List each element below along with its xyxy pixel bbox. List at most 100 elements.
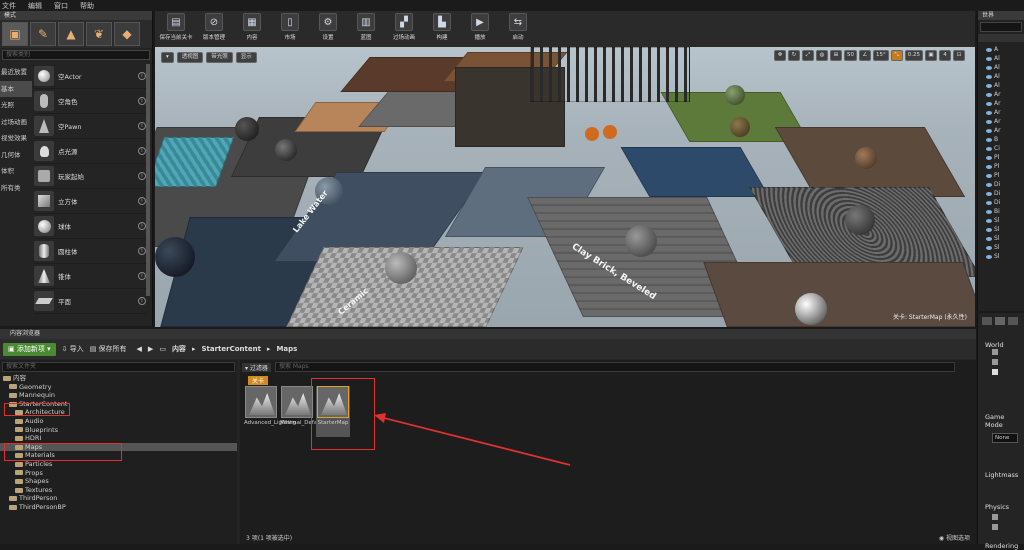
folder-node[interactable]: HDRI xyxy=(0,434,237,443)
folder-node[interactable]: Particles xyxy=(0,460,237,469)
info-icon[interactable]: i xyxy=(138,297,146,305)
grid-snap-value[interactable]: 50 xyxy=(844,50,857,61)
outliner-search-input[interactable] xyxy=(980,22,1022,32)
sphere-object[interactable] xyxy=(385,252,417,284)
game-mode-dropdown[interactable]: None xyxy=(992,433,1018,443)
level-viewport[interactable]: Lake Water Clay Brick, Beveled Ceramic ▾… xyxy=(155,47,975,327)
outliner-row[interactable]: Ar xyxy=(978,90,1024,99)
outliner-row[interactable]: Ar xyxy=(978,117,1024,126)
level-type-tag[interactable]: 关卡 xyxy=(248,376,269,385)
actor-item[interactable]: 立方体 i xyxy=(34,189,146,214)
rotation-snap-icon[interactable]: ∠ xyxy=(859,50,871,61)
outliner-row[interactable]: Sl xyxy=(978,216,1024,225)
outliner-row[interactable]: Al xyxy=(978,81,1024,90)
actor-item[interactable]: 球体 i xyxy=(34,214,146,239)
eye-icon[interactable] xyxy=(986,254,992,259)
asset-search-input[interactable]: 搜索 Maps xyxy=(274,362,955,372)
outliner-row[interactable]: Bi xyxy=(978,207,1024,216)
outliner-row[interactable]: Sl xyxy=(978,225,1024,234)
breadcrumb-maps[interactable]: Maps xyxy=(276,345,297,353)
outliner-row[interactable]: Al xyxy=(978,63,1024,72)
eye-icon[interactable] xyxy=(986,110,992,115)
checkbox[interactable] xyxy=(992,524,998,530)
actor-item[interactable]: 玩家起始 i xyxy=(34,164,146,189)
section-game-mode[interactable]: Game Mode xyxy=(978,413,1024,429)
info-icon[interactable]: i xyxy=(138,172,146,180)
folder-node[interactable]: 内容 xyxy=(0,374,237,383)
content-browser-tab[interactable]: 内容浏览器 xyxy=(0,329,976,339)
gear-icon[interactable] xyxy=(1008,317,1018,325)
sphere-object[interactable] xyxy=(795,293,827,325)
eye-icon[interactable] xyxy=(986,74,992,79)
info-icon[interactable]: i xyxy=(138,122,146,130)
back-icon[interactable]: ◀ xyxy=(137,345,142,353)
breadcrumb-content[interactable]: 内容 xyxy=(172,344,186,354)
surface-snap-icon[interactable]: ⊞ xyxy=(830,50,842,61)
outliner-row[interactable]: Ar xyxy=(978,108,1024,117)
category-basic[interactable]: 基本 xyxy=(0,80,32,97)
category-lights[interactable]: 光照 xyxy=(0,97,32,114)
eye-icon[interactable] xyxy=(986,56,992,61)
camera-speed-icon[interactable]: ▣ xyxy=(925,50,937,61)
sphere-object[interactable] xyxy=(235,117,259,141)
category-geometry[interactable]: 几何体 xyxy=(0,147,32,164)
folder-node[interactable]: Mannequin xyxy=(0,391,237,400)
eye-icon[interactable] xyxy=(986,164,992,169)
add-new-button[interactable]: ▣ 添加新项 ▾ xyxy=(3,342,56,356)
actor-item[interactable]: 空角色 i xyxy=(34,89,146,114)
outliner-row[interactable]: A xyxy=(978,45,1024,54)
landscape-mode-icon[interactable]: ▲ xyxy=(58,22,84,46)
source-control-button[interactable]: ⊘ 版本管理 xyxy=(197,13,231,41)
asset-tile[interactable]: Advanced_Lighting xyxy=(244,386,296,427)
eye-icon[interactable] xyxy=(986,137,992,142)
folder-node[interactable]: Blueprints xyxy=(0,426,237,435)
folder-node[interactable]: Audio xyxy=(0,417,237,426)
eye-icon[interactable] xyxy=(986,182,992,187)
category-all-classes[interactable]: 所有类 xyxy=(0,180,32,197)
sphere-object[interactable] xyxy=(725,85,745,105)
folder-node[interactable]: ThirdPerson xyxy=(0,494,237,503)
scrollbar[interactable] xyxy=(146,64,150,296)
lit-mode-button[interactable]: 带光照 xyxy=(206,51,233,63)
outliner-row[interactable]: Ci xyxy=(978,144,1024,153)
eye-icon[interactable] xyxy=(986,119,992,124)
eye-icon[interactable] xyxy=(986,227,992,232)
asset-tile[interactable]: Minimal_Default xyxy=(280,386,324,427)
breadcrumb-startercontent[interactable]: StarterContent xyxy=(201,345,260,353)
folder-node[interactable]: ThirdPersonBP xyxy=(0,503,237,512)
outliner-row[interactable]: Sl xyxy=(978,234,1024,243)
foliage-mode-icon[interactable]: ❦ xyxy=(86,22,112,46)
eye-icon[interactable] xyxy=(986,155,992,160)
menu-help[interactable]: 帮助 xyxy=(80,1,94,11)
actor-item[interactable]: 点光源 i xyxy=(34,139,146,164)
scale-icon[interactable]: ⤢ xyxy=(802,50,814,61)
place-mode-icon[interactable]: ▣ xyxy=(2,22,28,46)
outliner-row[interactable]: Al xyxy=(978,54,1024,63)
folder-node[interactable]: Shapes xyxy=(0,477,237,486)
sphere-object[interactable] xyxy=(855,147,877,169)
eye-icon[interactable] xyxy=(986,128,992,133)
checkbox[interactable] xyxy=(992,369,998,375)
outliner-row[interactable]: Ar xyxy=(978,126,1024,135)
actor-item[interactable]: 锥体 i xyxy=(34,264,146,289)
chair-object[interactable] xyxy=(603,125,617,139)
eye-icon[interactable] xyxy=(986,83,992,88)
forward-icon[interactable]: ▶ xyxy=(148,345,153,353)
viewport-menu-button[interactable]: ▾ xyxy=(161,51,174,63)
eye-icon[interactable] xyxy=(986,218,992,223)
perspective-button[interactable]: 透视图 xyxy=(176,51,204,63)
eye-icon[interactable] xyxy=(986,200,992,205)
marketplace-button[interactable]: ▯ 市场 xyxy=(273,13,307,41)
eye-icon[interactable] xyxy=(986,245,992,250)
folder-search-input[interactable]: 搜索文件夹 xyxy=(2,362,235,372)
menu-edit[interactable]: 编辑 xyxy=(28,1,42,11)
info-icon[interactable]: i xyxy=(138,222,146,230)
menu-file[interactable]: 文件 xyxy=(2,1,16,11)
eye-icon[interactable] xyxy=(986,209,992,214)
chair-object[interactable] xyxy=(585,127,599,141)
outliner-row[interactable]: Ar xyxy=(978,99,1024,108)
rotate-icon[interactable]: ↻ xyxy=(788,50,800,61)
section-lightmass[interactable]: Lightmass xyxy=(978,471,1024,479)
import-button[interactable]: ⇩ 导入 xyxy=(62,344,84,354)
info-icon[interactable]: i xyxy=(138,247,146,255)
